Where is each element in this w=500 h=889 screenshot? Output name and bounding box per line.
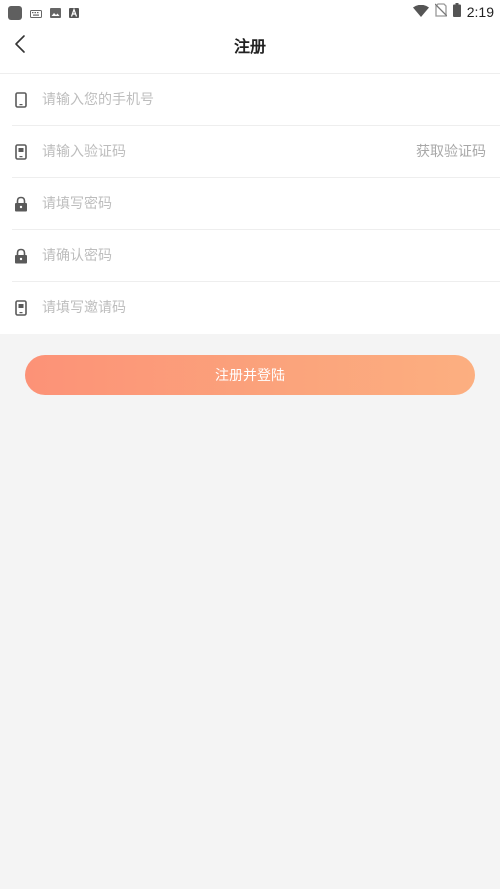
wifi-icon — [412, 2, 429, 21]
phone-icon — [12, 91, 30, 109]
lock-icon — [12, 195, 30, 213]
status-bar: 2:19 — [0, 0, 500, 20]
get-code-button[interactable]: 获取验证码 — [416, 142, 486, 162]
lock-icon — [12, 247, 30, 265]
no-sim-icon — [434, 2, 448, 21]
status-bar-right: 2:19 — [412, 2, 494, 21]
battery-icon — [452, 2, 461, 21]
sms-phone-icon — [12, 143, 30, 161]
status-time: 2:19 — [466, 3, 494, 20]
sms-phone-icon — [12, 299, 30, 317]
confirm-password-input[interactable] — [42, 230, 402, 281]
phone-input[interactable] — [42, 74, 402, 125]
password-input[interactable] — [42, 178, 402, 229]
phone-row — [12, 74, 500, 126]
code-row: 获取验证码 — [12, 126, 500, 178]
page-title: 注册 — [233, 37, 266, 56]
register-and-login-button[interactable]: 注册并登陆 — [25, 355, 475, 395]
invite-code-row — [12, 282, 500, 334]
invite-code-input[interactable] — [42, 282, 402, 333]
app-square-icon — [8, 5, 22, 20]
nav-bar: 注册 — [0, 20, 500, 74]
code-input[interactable] — [42, 126, 402, 177]
password-row — [12, 178, 500, 230]
register-form: 获取验证码 — [0, 74, 500, 334]
confirm-password-row — [12, 230, 500, 282]
